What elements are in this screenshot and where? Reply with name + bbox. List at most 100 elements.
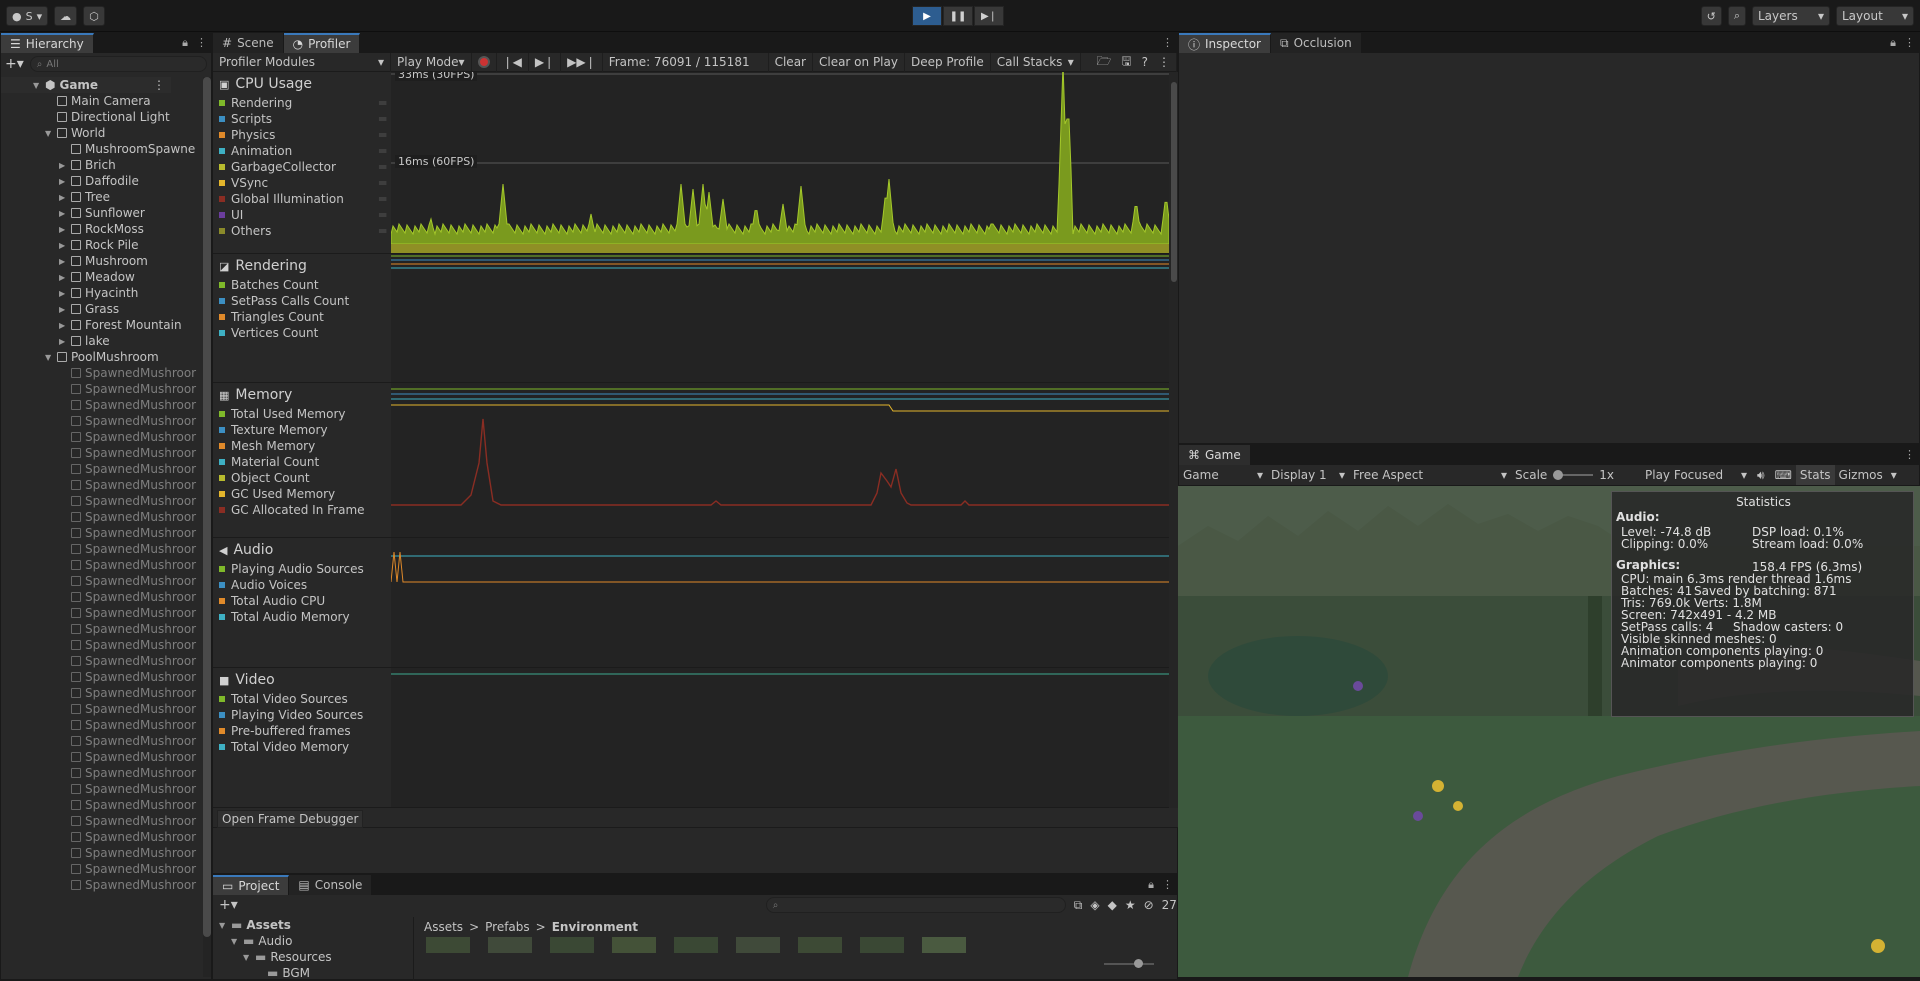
profiler-module[interactable]: ◀ Audio Playing Audio Sources Audio Voices T… bbox=[213, 538, 391, 668]
step-button[interactable]: ▶❘ bbox=[974, 6, 1004, 26]
module-series[interactable]: Vertices Count bbox=[219, 326, 318, 340]
play-focused-dropdown[interactable]: Play Focused ▾ bbox=[1641, 468, 1751, 482]
tab-project[interactable]: ▭ Project bbox=[213, 875, 290, 895]
module-series[interactable]: Animation ═ bbox=[219, 144, 386, 158]
module-series[interactable]: Texture Memory bbox=[219, 423, 328, 437]
drag-handle-icon[interactable]: ═ bbox=[379, 176, 386, 190]
module-series[interactable]: Scripts ═ bbox=[219, 112, 386, 126]
hierarchy-item[interactable]: ▶ Forest Mountain bbox=[59, 317, 182, 333]
hierarchy-item[interactable]: SpawnedMushroor bbox=[59, 813, 196, 829]
expand-arrow-icon[interactable]: ▶ bbox=[59, 273, 67, 282]
thumbnail-size-slider[interactable] bbox=[1104, 959, 1154, 968]
hierarchy-item[interactable]: SpawnedMushroor bbox=[59, 653, 196, 669]
account-button[interactable]: ● S ▾ bbox=[6, 6, 49, 26]
module-series[interactable]: Global Illumination ═ bbox=[219, 192, 386, 206]
load-icon[interactable]: 🗁 bbox=[1097, 52, 1112, 73]
tab-game[interactable]: ⌘ Game bbox=[1179, 445, 1251, 465]
asset-thumbnail[interactable] bbox=[612, 937, 656, 953]
module-series[interactable]: UI ═ bbox=[219, 208, 386, 222]
cpu-graph[interactable]: 33ms (30FPS) 16ms (60FPS) bbox=[391, 72, 1169, 254]
hierarchy-item[interactable]: SpawnedMushroor bbox=[59, 461, 196, 477]
memory-graph[interactable] bbox=[391, 383, 1169, 538]
rendering-graph[interactable] bbox=[391, 254, 1169, 383]
hierarchy-item[interactable]: SpawnedMushroor bbox=[59, 765, 196, 781]
module-series[interactable]: Audio Voices bbox=[219, 578, 307, 592]
asset-thumbnail[interactable] bbox=[860, 937, 904, 953]
pause-button[interactable]: ❚❚ bbox=[943, 6, 973, 26]
expand-arrow-icon[interactable]: ▶ bbox=[59, 305, 67, 314]
lock-icon[interactable]: 🔒︎ bbox=[1148, 878, 1154, 892]
module-series[interactable]: Total Used Memory bbox=[219, 407, 346, 421]
expand-arrow-icon[interactable]: ▶ bbox=[59, 161, 67, 170]
hierarchy-item[interactable]: SpawnedMushroor bbox=[59, 381, 196, 397]
search-button[interactable]: ⌕ bbox=[1727, 6, 1746, 26]
module-series[interactable]: GC Allocated In Frame bbox=[219, 503, 365, 517]
hierarchy-item[interactable]: SpawnedMushroor bbox=[59, 669, 196, 685]
drag-handle-icon[interactable]: ═ bbox=[379, 224, 386, 238]
lock-icon[interactable]: 🔒︎ bbox=[182, 36, 188, 50]
hierarchy-item[interactable]: SpawnedMushroor bbox=[59, 605, 196, 621]
drag-handle-icon[interactable]: ═ bbox=[379, 144, 386, 158]
hierarchy-item[interactable]: SpawnedMushroor bbox=[59, 717, 196, 733]
module-series[interactable]: Total Audio CPU bbox=[219, 594, 325, 608]
scene-row[interactable]: ▼ ⬢ Game ⋮ bbox=[1, 77, 171, 93]
scale-track[interactable] bbox=[1553, 470, 1594, 480]
hierarchy-item[interactable]: SpawnedMushroor bbox=[59, 493, 196, 509]
hierarchy-item[interactable]: ▼ World bbox=[45, 125, 105, 141]
expand-arrow-icon[interactable]: ▶ bbox=[59, 321, 67, 330]
expand-arrow-icon[interactable]: ▼ bbox=[231, 937, 239, 946]
asset-thumbnail[interactable] bbox=[426, 937, 470, 953]
hierarchy-item[interactable]: SpawnedMushroor bbox=[59, 397, 196, 413]
hierarchy-item[interactable]: SpawnedMushroor bbox=[59, 541, 196, 557]
more-icon[interactable]: ⋮ bbox=[1158, 55, 1170, 69]
hierarchy-item[interactable]: Directional Light bbox=[45, 109, 170, 125]
hierarchy-item[interactable]: SpawnedMushroor bbox=[59, 749, 196, 765]
hierarchy-item[interactable]: SpawnedMushroor bbox=[59, 509, 196, 525]
hierarchy-item[interactable]: SpawnedMushroor bbox=[59, 413, 196, 429]
breadcrumb-item[interactable]: Assets bbox=[424, 920, 463, 934]
profiler-module[interactable]: ■ Video Total Video Sources Playing Video S… bbox=[213, 668, 391, 808]
hidden-packages-icon[interactable]: ⊘ bbox=[1144, 898, 1154, 912]
more-icon[interactable]: ⋮ bbox=[1904, 448, 1915, 461]
hierarchy-item[interactable]: SpawnedMushroor bbox=[59, 621, 196, 637]
module-series[interactable]: Triangles Count bbox=[219, 310, 324, 324]
hierarchy-item[interactable]: ▶ Brich bbox=[59, 157, 116, 173]
hierarchy-item[interactable]: SpawnedMushroor bbox=[59, 733, 196, 749]
hierarchy-item[interactable]: SpawnedMushroor bbox=[59, 829, 196, 845]
mute-audio-icon[interactable]: 🔊︎ bbox=[1751, 468, 1771, 483]
hierarchy-search-input[interactable]: ⌕ All bbox=[29, 56, 207, 72]
call-stacks-dropdown[interactable]: Call Stacks ▾ bbox=[991, 52, 1081, 72]
filter-icon[interactable]: ⧉ bbox=[1074, 898, 1083, 913]
hierarchy-item[interactable]: ▶ Sunflower bbox=[59, 205, 145, 221]
play-mode-dropdown[interactable]: Play Mode ▾ bbox=[391, 52, 472, 72]
help-icon[interactable]: ? bbox=[1142, 55, 1148, 69]
gizmos-dropdown[interactable]: Gizmos ▾ bbox=[1835, 468, 1901, 482]
save-icon[interactable]: 🖫 bbox=[1121, 52, 1131, 73]
hierarchy-item[interactable]: SpawnedMushroor bbox=[59, 573, 196, 589]
hierarchy-item[interactable]: ▶ Daffodile bbox=[59, 173, 139, 189]
clear-on-play-button[interactable]: Clear on Play bbox=[813, 52, 905, 72]
profiler-module[interactable]: ▦ Memory Total Used Memory Texture Memory Me… bbox=[213, 383, 391, 538]
drag-handle-icon[interactable]: ═ bbox=[379, 128, 386, 142]
project-folder-item[interactable]: ▼ ▬ Audio bbox=[231, 933, 292, 949]
scale-slider[interactable]: Scale 1x bbox=[1511, 468, 1641, 482]
hierarchy-scrollbar[interactable] bbox=[203, 77, 211, 977]
module-series[interactable]: Rendering ═ bbox=[219, 96, 386, 110]
label-filter-icon[interactable]: ◆ bbox=[1108, 898, 1117, 912]
profiler-module[interactable]: ◪ Rendering Batches Count SetPass Calls Cou… bbox=[213, 254, 391, 383]
last-frame-button[interactable]: ▶▶❘ bbox=[561, 52, 603, 72]
module-series[interactable]: Object Count bbox=[219, 471, 310, 485]
expand-arrow-icon[interactable]: ▼ bbox=[45, 129, 53, 138]
hierarchy-item[interactable]: ▶ Mushroom bbox=[59, 253, 148, 269]
project-folder-item[interactable]: ▼ ▬ Resources bbox=[243, 949, 332, 965]
expand-arrow-icon[interactable]: ▶ bbox=[59, 337, 67, 346]
hierarchy-item[interactable]: SpawnedMushroor bbox=[59, 477, 196, 493]
expand-arrow-icon[interactable]: ▼ bbox=[219, 921, 227, 930]
module-series[interactable]: Playing Video Sources bbox=[219, 708, 363, 722]
audio-graph[interactable] bbox=[391, 538, 1169, 668]
hierarchy-item[interactable]: ▶ Hyacinth bbox=[59, 285, 138, 301]
module-series[interactable]: Total Video Memory bbox=[219, 740, 349, 754]
asset-thumbnail[interactable] bbox=[736, 937, 780, 953]
project-folder-item[interactable]: ▼ ▬ Assets bbox=[219, 917, 291, 933]
hierarchy-item[interactable]: SpawnedMushroor bbox=[59, 525, 196, 541]
